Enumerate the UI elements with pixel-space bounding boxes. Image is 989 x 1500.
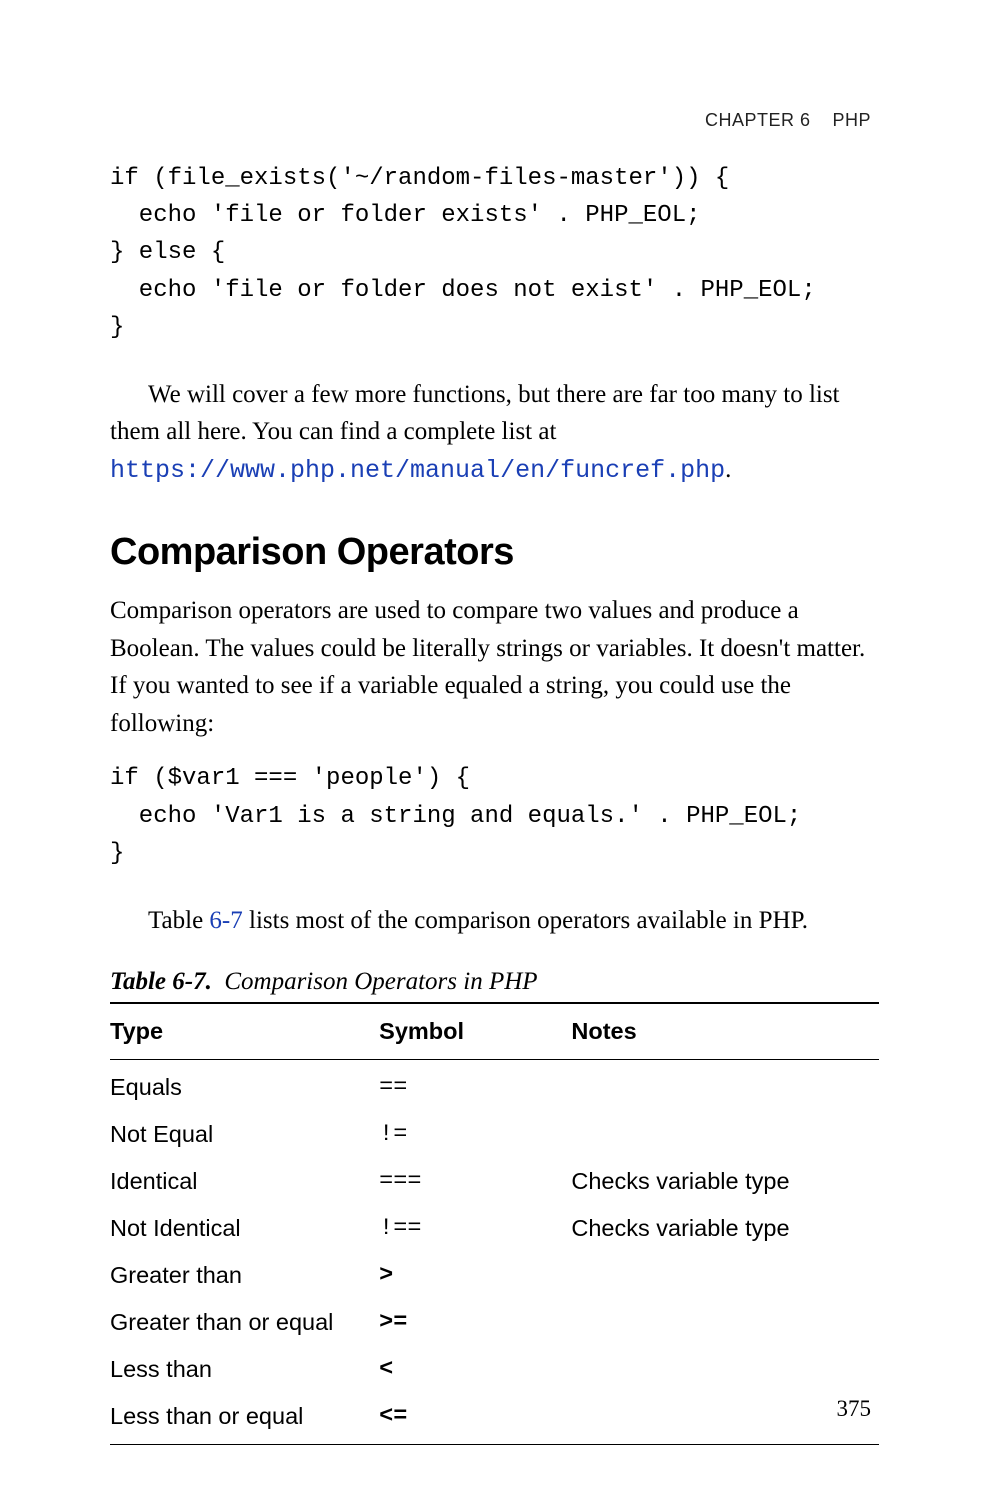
- text: .: [725, 456, 731, 483]
- paragraph-tableref: Table 6-7 lists most of the comparison o…: [110, 902, 879, 940]
- cell-type: Not Identical: [110, 1205, 379, 1252]
- cell-type: Equals: [110, 1059, 379, 1111]
- table-row: Not Equal!=: [110, 1111, 879, 1158]
- table-title: Comparison Operators in PHP: [224, 968, 537, 995]
- table-row: Less than<: [110, 1346, 879, 1393]
- cell-symbol: >=: [379, 1299, 571, 1346]
- cell-type: Greater than or equal: [110, 1299, 379, 1346]
- code-block-2: if ($var1 === 'people') { echo 'Var1 is …: [110, 760, 879, 872]
- cell-symbol: !=: [379, 1111, 571, 1158]
- text: We will cover a few more functions, but …: [110, 381, 840, 446]
- page-number: 375: [837, 1396, 872, 1422]
- cell-symbol: ===: [379, 1158, 571, 1205]
- cell-notes: [571, 1346, 879, 1393]
- page: CHAPTER 6 PHP if (file_exists('~/random-f…: [0, 0, 989, 1500]
- table-row: Not Identical!==Checks variable type: [110, 1205, 879, 1252]
- table-label: Table 6-7.: [110, 968, 212, 995]
- cell-notes: Checks variable type: [571, 1158, 879, 1205]
- cell-type: Less than: [110, 1346, 379, 1393]
- col-header-symbol: Symbol: [379, 1003, 571, 1060]
- chapter-subject: PHP: [832, 110, 871, 130]
- cell-notes: Checks variable type: [571, 1205, 879, 1252]
- table-xref[interactable]: 6-7: [209, 907, 242, 934]
- cell-symbol: !==: [379, 1205, 571, 1252]
- cell-type: Not Equal: [110, 1111, 379, 1158]
- comparison-operators-table: Type Symbol Notes Equals==Not Equal!=Ide…: [110, 1002, 879, 1445]
- cell-notes: [571, 1252, 879, 1299]
- text: Table: [148, 907, 209, 934]
- funcref-link[interactable]: https://www.php.net/manual/en/funcref.ph…: [110, 456, 725, 485]
- chapter-label: CHAPTER 6: [705, 110, 811, 130]
- table-row: Less than or equal<=: [110, 1393, 879, 1445]
- cell-notes: [571, 1111, 879, 1158]
- cell-symbol: <: [379, 1346, 571, 1393]
- cell-symbol: ==: [379, 1059, 571, 1111]
- col-header-type: Type: [110, 1003, 379, 1060]
- section-heading: Comparison Operators: [110, 531, 879, 574]
- running-header: CHAPTER 6 PHP: [705, 110, 871, 131]
- paragraph-intro: Comparison operators are used to compare…: [110, 592, 879, 742]
- cell-type: Greater than: [110, 1252, 379, 1299]
- table-header-row: Type Symbol Notes: [110, 1003, 879, 1060]
- table-row: Equals==: [110, 1059, 879, 1111]
- cell-notes: [571, 1393, 879, 1445]
- cell-symbol: >: [379, 1252, 571, 1299]
- cell-notes: [571, 1059, 879, 1111]
- text: lists most of the comparison operators a…: [243, 907, 808, 934]
- col-header-notes: Notes: [571, 1003, 879, 1060]
- table-row: Identical===Checks variable type: [110, 1158, 879, 1205]
- paragraph-funcref: We will cover a few more functions, but …: [110, 376, 879, 490]
- cell-type: Identical: [110, 1158, 379, 1205]
- table-row: Greater than>: [110, 1252, 879, 1299]
- cell-notes: [571, 1299, 879, 1346]
- table-caption: Table 6-7. Comparison Operators in PHP: [110, 968, 879, 996]
- cell-symbol: <=: [379, 1393, 571, 1445]
- code-block-1: if (file_exists('~/random-files-master')…: [110, 160, 879, 346]
- table-row: Greater than or equal>=: [110, 1299, 879, 1346]
- cell-type: Less than or equal: [110, 1393, 379, 1445]
- table-body: Equals==Not Equal!=Identical===Checks va…: [110, 1059, 879, 1444]
